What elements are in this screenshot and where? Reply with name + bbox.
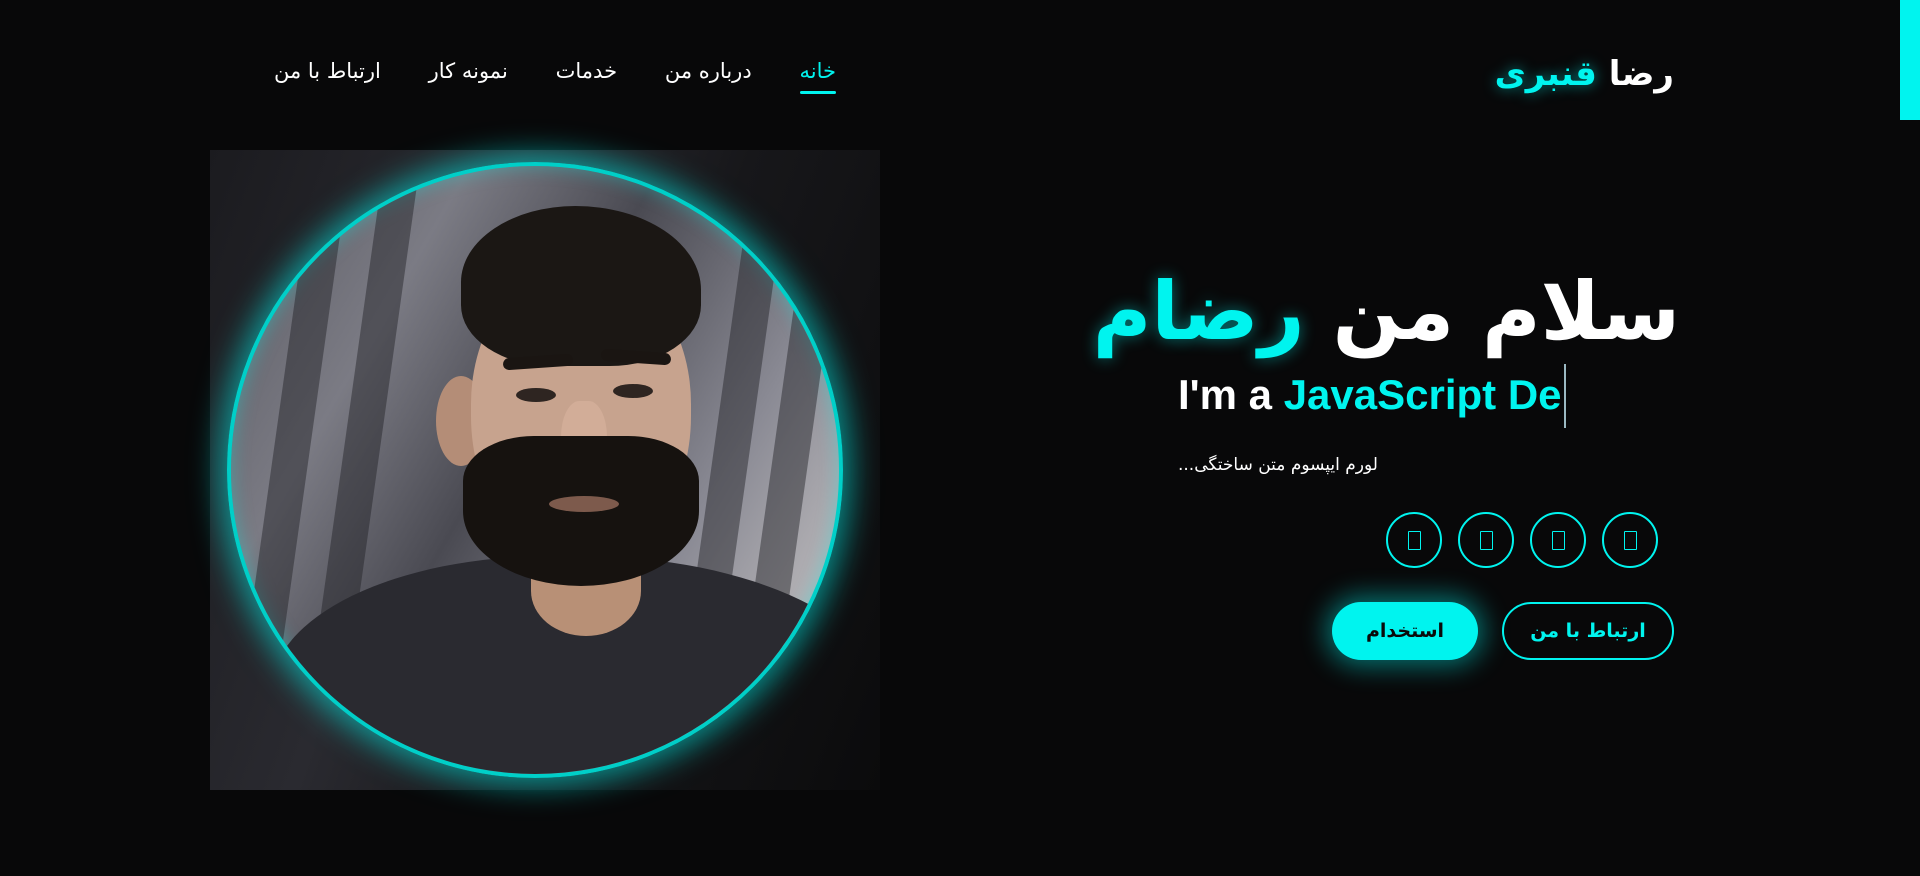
- social-links: [1386, 512, 1658, 568]
- hero-intro-text: لورم ایپسوم متن ساختگی...: [1178, 455, 1378, 475]
- profile-portrait: [227, 162, 843, 778]
- social-icon-3: [1551, 530, 1565, 550]
- main-nav: خانه درباره من خدمات نمونه کار ارتباط با…: [274, 56, 837, 96]
- social-link-3[interactable]: [1530, 512, 1586, 568]
- hero-name: رضام: [1092, 265, 1305, 358]
- nav-item-contact[interactable]: ارتباط با من: [274, 56, 381, 86]
- nav-item-services[interactable]: خدمات: [556, 56, 617, 86]
- typed-prefix: I'm a: [1178, 371, 1273, 419]
- logo-first-name: رضا: [1608, 54, 1674, 94]
- logo-last-name: قنبری: [1494, 54, 1597, 94]
- nav-item-home[interactable]: خانه: [799, 56, 837, 94]
- social-link-1[interactable]: [1386, 512, 1442, 568]
- typed-role-line: I'm a JavaScript De: [1178, 364, 1678, 430]
- page: رضا قنبری خانه درباره من خدمات نمونه کار…: [0, 0, 1920, 876]
- social-icon-1: [1407, 530, 1421, 550]
- nav-item-portfolio[interactable]: نمونه کار: [429, 56, 508, 86]
- typing-cursor: [1563, 364, 1566, 428]
- site-logo[interactable]: رضا قنبری: [1495, 52, 1674, 96]
- hire-button[interactable]: استخدام: [1332, 602, 1478, 660]
- typed-role: JavaScript De: [1283, 371, 1562, 419]
- scroll-progress-bar: [1900, 0, 1920, 120]
- contact-button[interactable]: ارتباط با من: [1502, 602, 1674, 660]
- social-icon-4: [1623, 530, 1637, 550]
- social-icon-2: [1479, 530, 1493, 550]
- nav-item-about[interactable]: درباره من: [665, 56, 752, 86]
- hero-title: سلام من رضام: [1093, 262, 1680, 362]
- hero-greeting: سلام من: [1332, 265, 1680, 358]
- social-link-4[interactable]: [1602, 512, 1658, 568]
- social-link-2[interactable]: [1458, 512, 1514, 568]
